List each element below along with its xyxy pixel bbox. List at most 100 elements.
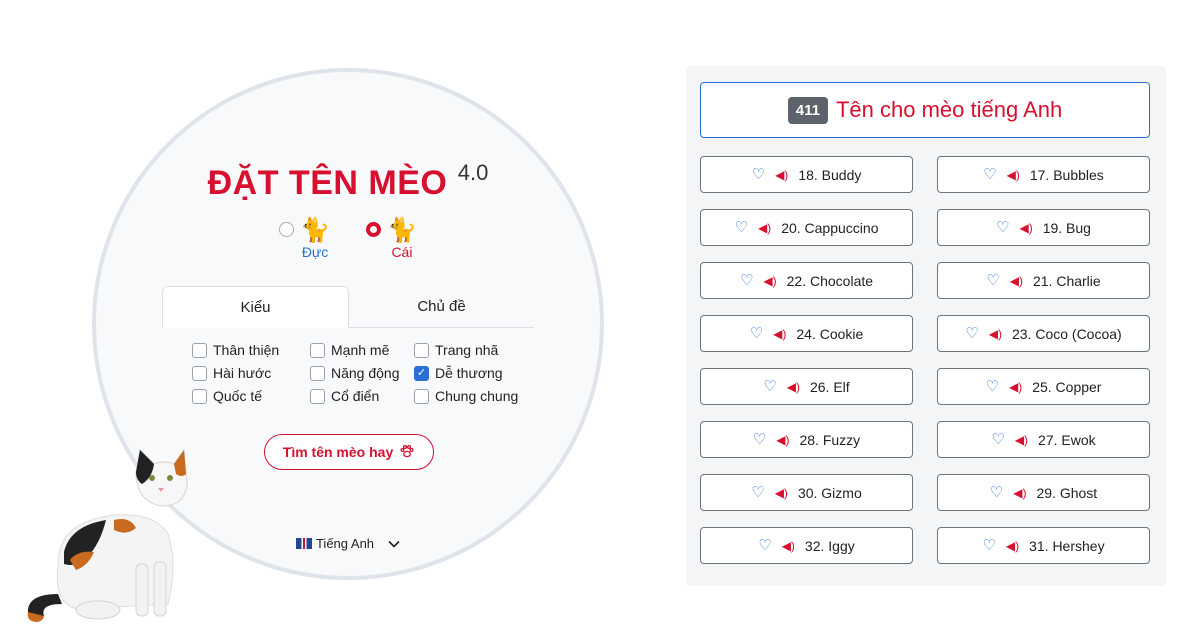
heart-outline-icon[interactable]: ♡ — [763, 379, 776, 394]
name-card[interactable]: ♡ ◀) 20. Cappuccino — [700, 209, 913, 246]
speaker-icon[interactable]: ◀) — [773, 327, 786, 341]
heart-outline-icon[interactable]: ♡ — [965, 326, 978, 341]
female-cat-icon: 🐈 — [387, 217, 417, 244]
checkbox[interactable] — [414, 388, 429, 404]
gender-label-female: Cái — [391, 244, 413, 260]
trait-international[interactable]: Quốc tế — [192, 388, 310, 404]
name-card[interactable]: ♡ ◀) 25. Copper — [937, 368, 1150, 405]
heart-outline-icon[interactable]: ♡ — [991, 432, 1004, 447]
calico-cat-illustration — [27, 448, 188, 622]
name-card[interactable]: ♡ ◀) 28. Fuzzy — [700, 421, 913, 458]
name-card[interactable]: ♡ ◀) 27. Ewok — [937, 421, 1150, 458]
results-title: Tên cho mèo tiếng Anh — [835, 97, 1063, 122]
name-label: 19. Bug — [1042, 219, 1091, 236]
results-count-badge: 411 — [787, 96, 828, 124]
name-card[interactable]: ♡ ◀) 29. Ghost — [937, 474, 1150, 511]
name-card[interactable]: ♡ ◀) 18. Buddy — [700, 156, 913, 193]
heart-outline-icon[interactable]: ♡ — [750, 326, 763, 341]
name-card[interactable]: ♡ ◀) 32. Iggy — [700, 527, 913, 564]
checkbox-label: Mạnh mẽ — [331, 342, 390, 358]
speaker-icon[interactable]: ◀) — [775, 486, 788, 500]
tab-style[interactable]: Kiểu — [162, 286, 349, 328]
gender-radio-male[interactable] — [279, 222, 295, 237]
heart-outline-icon[interactable]: ♡ — [996, 220, 1009, 235]
trait-checkbox-group: Thân thiện Mạnh mẽ Trang nhã Hài hước Nă… — [192, 342, 528, 404]
language-current: Tiếng Anh — [295, 536, 374, 551]
trait-friendly[interactable]: Thân thiện — [192, 342, 310, 358]
name-label: 27. Ewok — [1038, 431, 1096, 448]
trait-elegant[interactable]: Trang nhã — [414, 342, 528, 358]
name-card[interactable]: ♡ ◀) 22. Chocolate — [700, 262, 913, 299]
heart-outline-icon[interactable]: ♡ — [752, 167, 765, 182]
heart-outline-icon[interactable]: ♡ — [982, 538, 995, 553]
heart-outline-icon[interactable]: ♡ — [986, 273, 999, 288]
checkbox[interactable] — [310, 388, 325, 404]
name-label: 31. Hershey — [1029, 537, 1105, 554]
checkbox-label: Dễ thương — [435, 365, 503, 381]
trait-active[interactable]: Năng động — [310, 365, 414, 381]
checkbox-label: Quốc tế — [213, 388, 263, 404]
name-label: 24. Cookie — [796, 325, 864, 342]
name-card[interactable]: ♡ ◀) 24. Cookie — [700, 315, 913, 352]
name-card[interactable]: ♡ ◀) 23. Coco (Cocoa) — [937, 315, 1150, 352]
heart-outline-icon[interactable]: ♡ — [758, 538, 771, 553]
trait-funny[interactable]: Hài hước — [192, 365, 310, 381]
speaker-icon[interactable]: ◀) — [1006, 539, 1019, 553]
name-card[interactable]: ♡ ◀) 17. Bubbles — [937, 156, 1150, 193]
speaker-icon[interactable]: ◀) — [758, 221, 771, 235]
trait-cute[interactable]: ✓ Dễ thương — [414, 365, 528, 381]
speaker-icon[interactable]: ◀) — [1015, 433, 1028, 447]
checkbox[interactable] — [192, 342, 207, 358]
checkbox[interactable] — [192, 365, 207, 381]
heart-outline-icon[interactable]: ♡ — [983, 167, 996, 182]
checkbox-label: Cổ điển — [331, 388, 380, 404]
speaker-icon[interactable]: ◀) — [1013, 486, 1026, 500]
name-label: 32. Iggy — [804, 537, 855, 554]
gender-option-female[interactable]: 🐈 Cái — [366, 218, 417, 260]
heart-outline-icon[interactable]: ♡ — [740, 273, 753, 288]
checkbox[interactable] — [310, 342, 325, 358]
heart-outline-icon[interactable]: ♡ — [986, 379, 999, 394]
checkbox[interactable] — [310, 365, 325, 381]
heart-outline-icon[interactable]: ♡ — [735, 220, 748, 235]
speaker-icon[interactable]: ◀) — [776, 433, 789, 447]
name-card[interactable]: ♡ ◀) 26. Elf — [700, 368, 913, 405]
gender-radio-female[interactable] — [366, 222, 381, 237]
find-names-button[interactable]: Tìm tên mèo hay — [264, 434, 434, 470]
checkbox[interactable] — [192, 388, 207, 404]
speaker-icon[interactable]: ◀) — [1007, 168, 1020, 182]
speaker-icon[interactable]: ◀) — [782, 539, 795, 553]
name-label: 21. Charlie — [1032, 272, 1101, 289]
speaker-icon[interactable]: ◀) — [787, 380, 800, 394]
trait-classic[interactable]: Cổ điển — [310, 388, 414, 404]
checkbox-label: Thân thiện — [213, 342, 280, 358]
checkbox[interactable] — [414, 342, 429, 358]
heart-outline-icon[interactable]: ♡ — [990, 485, 1003, 500]
trait-strong[interactable]: Mạnh mẽ — [310, 342, 414, 358]
name-card[interactable]: ♡ ◀) 30. Gizmo — [700, 474, 913, 511]
name-card[interactable]: ♡ ◀) 21. Charlie — [937, 262, 1150, 299]
checkbox-checked[interactable]: ✓ — [414, 365, 429, 381]
name-label: 25. Copper — [1032, 378, 1102, 395]
name-label: 30. Gizmo — [797, 484, 862, 501]
gender-option-male[interactable]: 🐈 Đực — [279, 218, 330, 260]
speaker-icon[interactable]: ◀) — [1019, 221, 1032, 235]
heart-outline-icon[interactable]: ♡ — [751, 485, 764, 500]
speaker-icon[interactable]: ◀) — [763, 274, 776, 288]
speaker-icon[interactable]: ◀) — [1010, 274, 1023, 288]
chevron-down-icon — [388, 536, 400, 551]
name-label: 26. Elf — [809, 378, 850, 395]
gender-selector: 🐈 Đực 🐈 Cái — [96, 218, 600, 260]
heart-outline-icon[interactable]: ♡ — [753, 432, 766, 447]
speaker-icon[interactable]: ◀) — [775, 168, 788, 182]
name-label: 22. Chocolate — [786, 272, 874, 289]
name-card[interactable]: ♡ ◀) 31. Hershey — [937, 527, 1150, 564]
trait-general[interactable]: Chung chung — [414, 388, 528, 404]
checkbox-label: Năng động — [331, 365, 400, 381]
speaker-icon[interactable]: ◀) — [1009, 380, 1022, 394]
app-title: ĐẶT TÊN MÈO — [207, 164, 448, 202]
name-card[interactable]: ♡ ◀) 19. Bug — [937, 209, 1150, 246]
app-version: 4.0 — [457, 160, 489, 185]
speaker-icon[interactable]: ◀) — [989, 327, 1002, 341]
tab-topic[interactable]: Chủ đề — [349, 286, 534, 327]
